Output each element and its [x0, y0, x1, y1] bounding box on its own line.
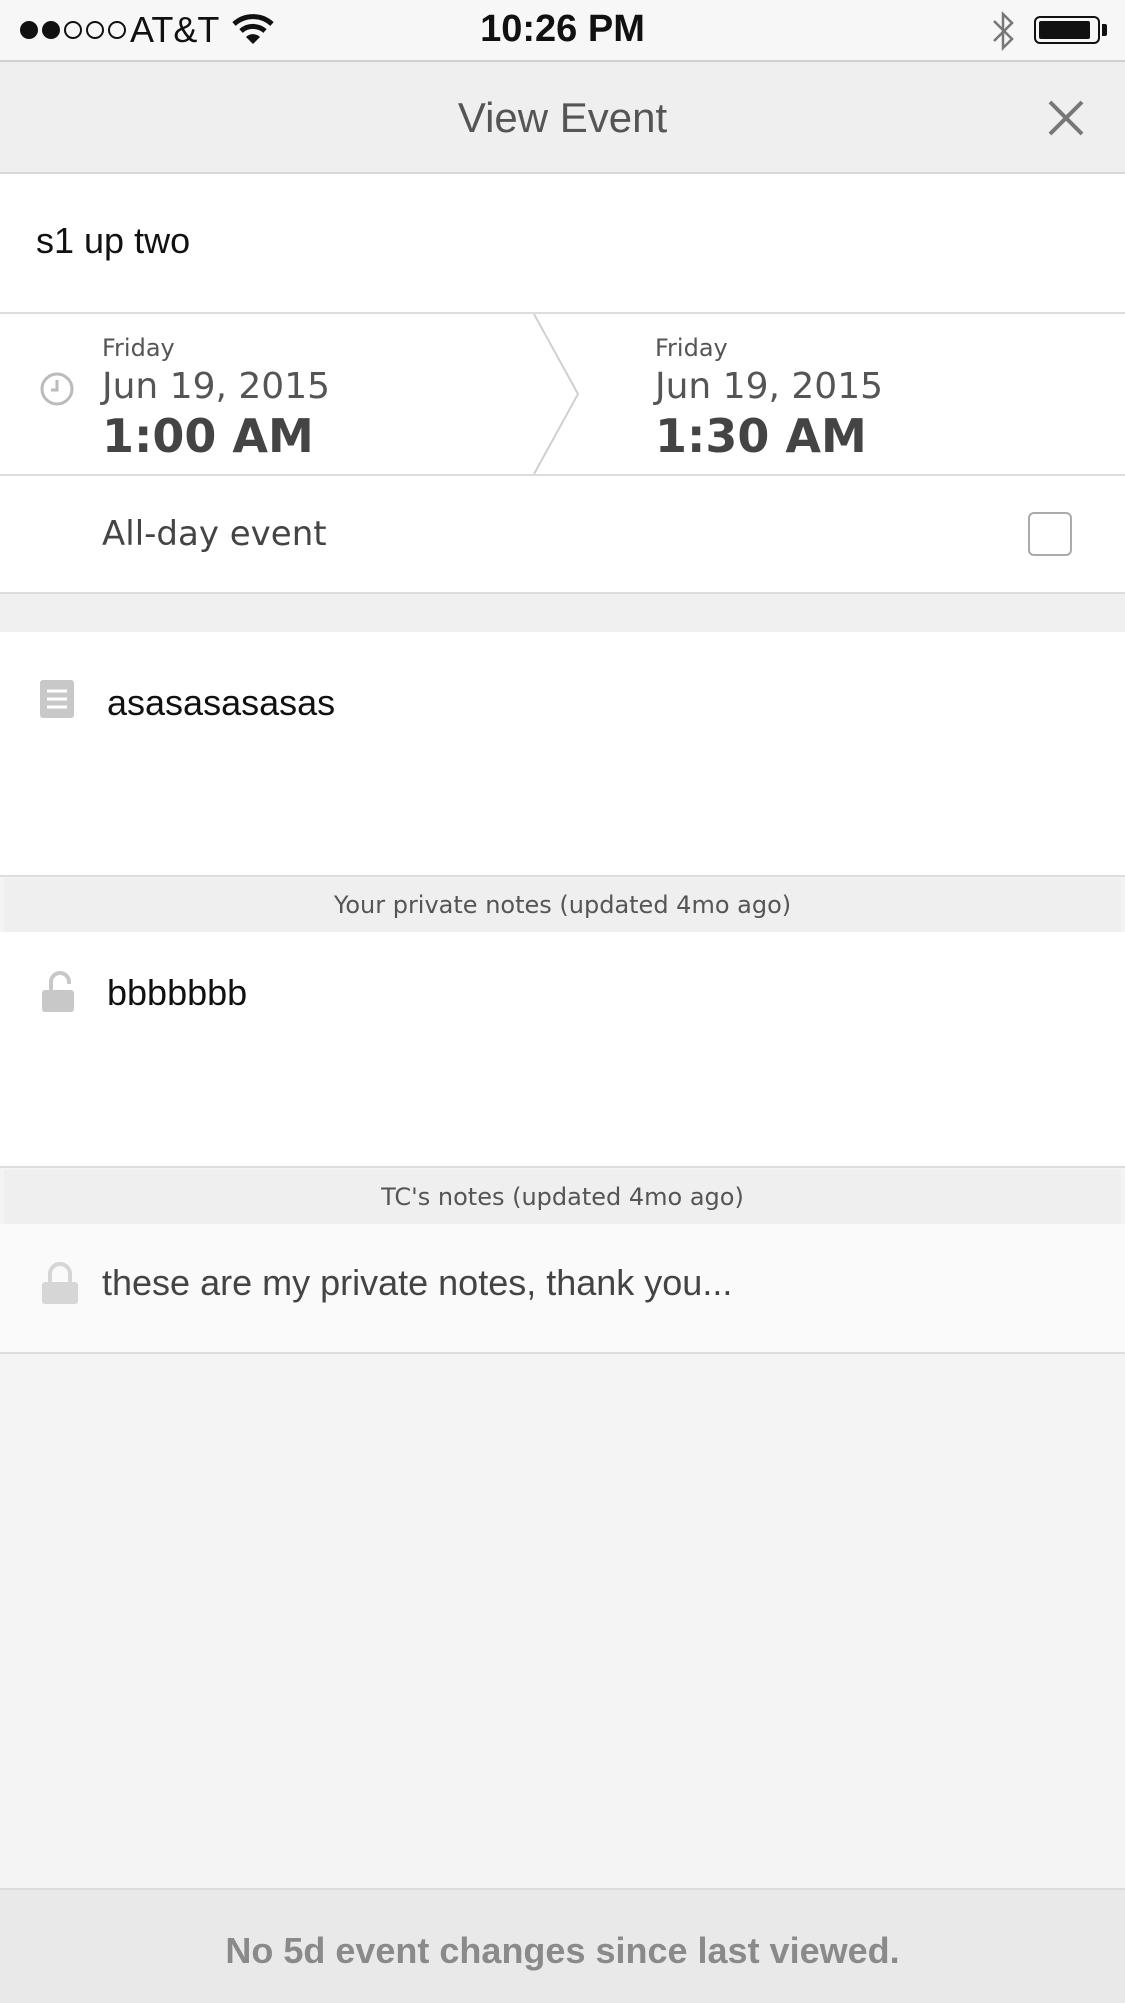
end-date: Jun 19, 2015 — [655, 366, 884, 407]
end-weekday: Friday — [655, 334, 728, 362]
private-notes-row[interactable]: bbbbbbb — [0, 932, 1125, 1168]
private-notes-text: bbbbbbb — [107, 972, 248, 1013]
start-date-block[interactable]: Friday Jun 19, 2015 1:00 AM — [102, 334, 330, 463]
tc-notes-text: these are my private notes, thank you... — [102, 1262, 733, 1303]
start-weekday: Friday — [102, 334, 175, 362]
event-description: asasasasasas — [107, 682, 336, 723]
lock-icon — [42, 1262, 78, 1304]
all-day-label: All-day event — [102, 514, 327, 554]
chevron-right-icon — [533, 314, 580, 474]
battery-tip — [1102, 24, 1107, 36]
event-title: s1 up two — [36, 220, 191, 261]
start-date: Jun 19, 2015 — [102, 366, 331, 407]
status-bar: AT&T 10:26 PM — [0, 0, 1125, 62]
status-time: 10:26 PM — [480, 8, 645, 50]
all-day-checkbox[interactable] — [1028, 512, 1072, 556]
section-divider — [0, 594, 1125, 632]
all-day-row: All-day event — [0, 476, 1125, 594]
end-time: 1:30 AM — [655, 409, 867, 463]
end-date-block[interactable]: Friday Jun 19, 2015 1:30 AM — [655, 334, 883, 463]
clock-icon — [40, 372, 74, 406]
private-notes-header: Your private notes (updated 4mo ago) — [4, 878, 1121, 932]
unlock-icon — [42, 971, 74, 1012]
bluetooth-icon — [993, 10, 1014, 52]
page-title: View Event — [457, 94, 668, 141]
note-icon — [40, 680, 74, 718]
description-row[interactable]: asasasasasas — [0, 632, 1125, 877]
event-changes-message: No 5d event changes since last viewed. — [225, 1930, 900, 1971]
footer-bar: No 5d event changes since last viewed. — [0, 1888, 1125, 2003]
tc-notes-header: TC's notes (updated 4mo ago) — [4, 1170, 1121, 1224]
close-icon[interactable] — [1040, 92, 1092, 144]
start-time: 1:00 AM — [102, 409, 314, 463]
event-dates-row: Friday Jun 19, 2015 1:00 AM Friday Jun 1… — [0, 314, 1125, 476]
tc-notes-row: these are my private notes, thank you... — [0, 1224, 1125, 1354]
battery-icon — [1034, 16, 1100, 44]
event-title-row[interactable]: s1 up two — [0, 174, 1125, 314]
nav-bar: View Event — [0, 62, 1125, 174]
